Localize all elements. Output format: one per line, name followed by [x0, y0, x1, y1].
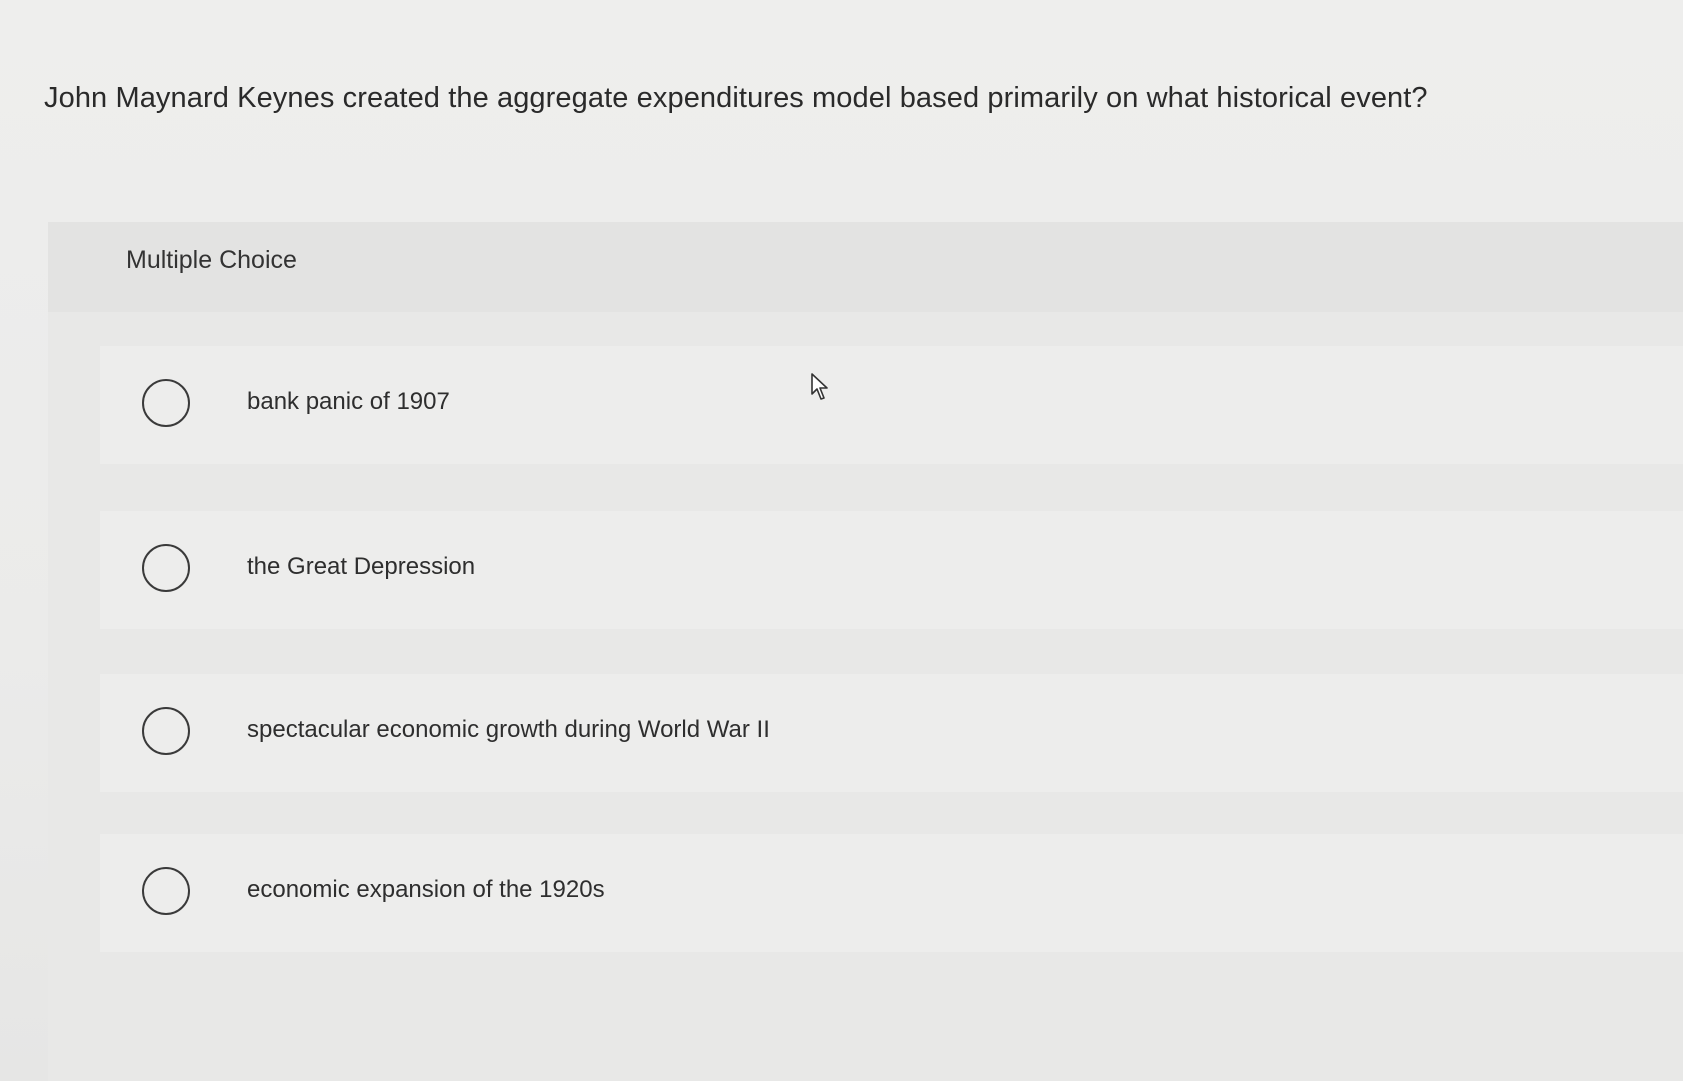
- radio-button-icon[interactable]: [142, 544, 190, 592]
- option-bank-panic-1907[interactable]: bank panic of 1907: [100, 346, 1683, 464]
- radio-button-icon[interactable]: [142, 867, 190, 915]
- option-label: the Great Depression: [247, 553, 476, 580]
- option-wwii-growth[interactable]: spectacular economic growth during World…: [100, 674, 1683, 792]
- options-list: bank panic of 1907 the Great Depression …: [48, 312, 1683, 1081]
- option-label: bank panic of 1907: [247, 388, 450, 415]
- quiz-page: John Maynard Keynes created the aggregat…: [0, 0, 1683, 1081]
- radio-button-icon[interactable]: [142, 379, 190, 427]
- multiple-choice-panel: Multiple Choice bank panic of 1907 the G…: [48, 222, 1683, 1081]
- pointer-cursor-icon: [811, 373, 828, 400]
- option-label: economic expansion of the 1920s: [247, 876, 605, 903]
- question-text: John Maynard Keynes created the aggregat…: [44, 82, 1428, 114]
- multiple-choice-label: Multiple Choice: [126, 246, 297, 274]
- radio-button-icon[interactable]: [142, 707, 190, 755]
- option-great-depression[interactable]: the Great Depression: [100, 511, 1683, 629]
- multiple-choice-header: Multiple Choice: [48, 222, 1683, 312]
- option-label: spectacular economic growth during World…: [247, 716, 770, 743]
- option-1920s-expansion[interactable]: economic expansion of the 1920s: [100, 834, 1683, 952]
